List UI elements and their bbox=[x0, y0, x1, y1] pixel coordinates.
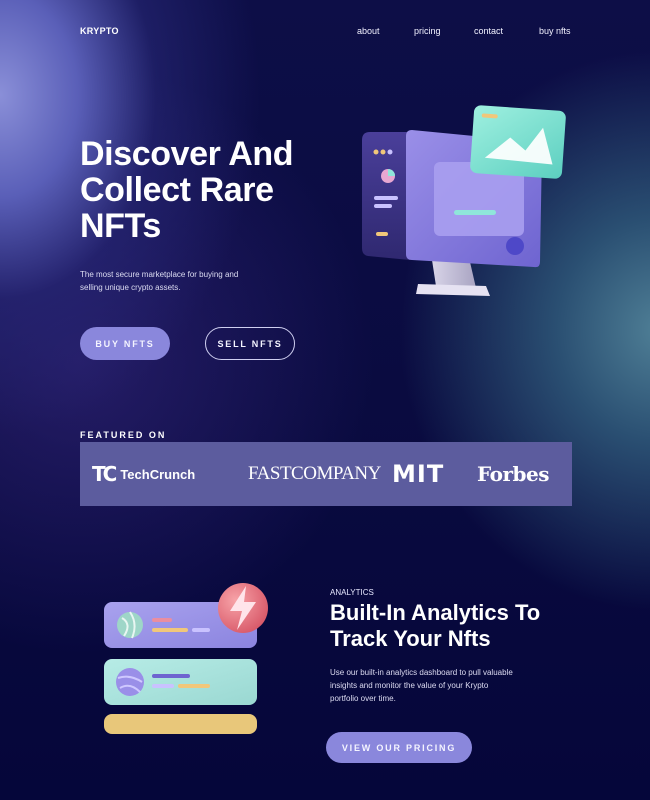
hero-title: Discover And Collect Rare NFTs bbox=[80, 135, 294, 245]
analytics-cards-icon bbox=[104, 583, 268, 734]
buy-nfts-button[interactable]: BUY NFTS bbox=[80, 327, 170, 360]
analytics-label: ANALYTICS bbox=[330, 588, 374, 597]
featured-on-label: FEATURED ON bbox=[80, 430, 167, 440]
nav-link-about[interactable]: about bbox=[357, 26, 380, 36]
hero-subtitle: The most secure marketplace for buying a… bbox=[80, 270, 239, 292]
techcrunch-wordmark: TechCrunch bbox=[120, 466, 196, 482]
analytics-title: Built-In Analytics To Track Your Nfts bbox=[330, 600, 541, 651]
techcrunch-mark-icon: TC bbox=[92, 462, 117, 486]
computer-monitor-icon bbox=[362, 105, 566, 296]
view-pricing-button[interactable]: VIEW OUR PRICING bbox=[326, 732, 472, 763]
nav-link-contact[interactable]: contact bbox=[474, 26, 503, 36]
mit-logo: MIT bbox=[392, 460, 445, 488]
sell-nfts-button[interactable]: SELL NFTS bbox=[205, 327, 295, 360]
forbes-logo: Forbes bbox=[477, 462, 549, 486]
techcrunch-logo: TC TechCrunch bbox=[92, 442, 195, 506]
analytics-subtitle: Use our built-in analytics dashboard to … bbox=[330, 668, 513, 703]
site-logo[interactable]: KRYPTO bbox=[80, 26, 119, 36]
featured-logos-bar: TC TechCrunch FASTCOMPANY MIT Forbes bbox=[80, 442, 572, 506]
nav-link-pricing[interactable]: pricing bbox=[414, 26, 441, 36]
fastcompany-logo: FASTCOMPANY bbox=[248, 463, 381, 484]
nav-link-buy-nfts[interactable]: buy nfts bbox=[539, 26, 571, 36]
